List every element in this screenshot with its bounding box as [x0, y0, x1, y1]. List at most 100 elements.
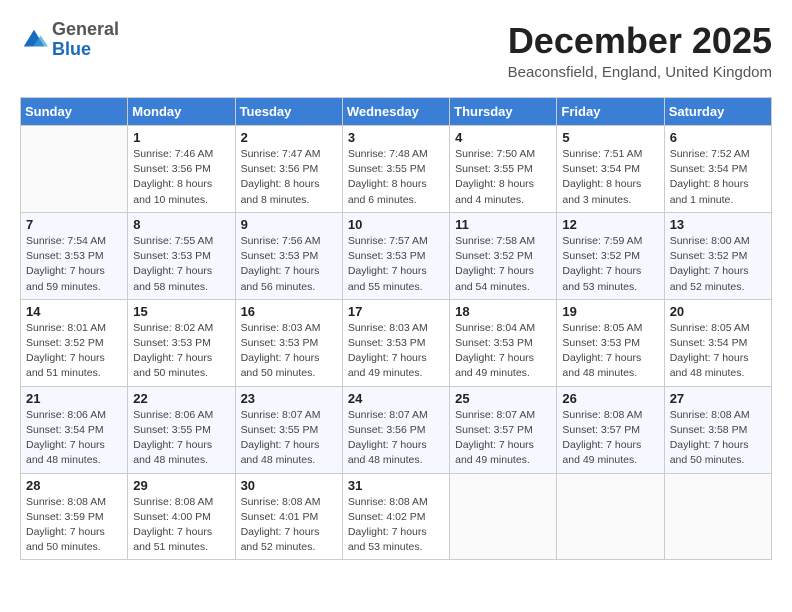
day-number: 1 — [133, 130, 229, 145]
day-number: 27 — [670, 391, 766, 406]
day-number: 5 — [562, 130, 658, 145]
day-info: Sunrise: 8:08 AM Sunset: 3:59 PM Dayligh… — [26, 495, 122, 556]
day-info: Sunrise: 7:54 AM Sunset: 3:53 PM Dayligh… — [26, 234, 122, 295]
day-info: Sunrise: 8:04 AM Sunset: 3:53 PM Dayligh… — [455, 321, 551, 382]
day-number: 26 — [562, 391, 658, 406]
calendar-cell — [450, 473, 557, 560]
day-info: Sunrise: 8:06 AM Sunset: 3:54 PM Dayligh… — [26, 408, 122, 469]
calendar-cell: 10 Sunrise: 7:57 AM Sunset: 3:53 PM Dayli… — [342, 212, 449, 299]
day-info: Sunrise: 8:05 AM Sunset: 3:53 PM Dayligh… — [562, 321, 658, 382]
calendar-cell: 23Sunrise: 8:07 AM Sunset: 3:55 PM Dayli… — [235, 386, 342, 473]
day-info: Sunrise: 8:07 AM Sunset: 3:55 PM Dayligh… — [241, 408, 337, 469]
day-number: 6 — [670, 130, 766, 145]
day-number: 11 — [455, 217, 551, 232]
calendar-cell: 28Sunrise: 8:08 AM Sunset: 3:59 PM Dayli… — [21, 473, 128, 560]
day-info: Sunrise: 8:08 AM Sunset: 4:01 PM Dayligh… — [241, 495, 337, 556]
location-subtitle: Beaconsfield, England, United Kingdom — [508, 64, 772, 81]
day-number: 19 — [562, 304, 658, 319]
day-info: Sunrise: 8:08 AM Sunset: 3:57 PM Dayligh… — [562, 408, 658, 469]
day-info: Sunrise: 8:06 AM Sunset: 3:55 PM Dayligh… — [133, 408, 229, 469]
calendar-cell: 26 Sunrise: 8:08 AM Sunset: 3:57 PM Dayli… — [557, 386, 664, 473]
calendar-header-row: SundayMondayTuesdayWednesdayThursdayFrid… — [21, 98, 772, 126]
day-number: 20 — [670, 304, 766, 319]
day-number: 7 — [26, 217, 122, 232]
logo-general: General — [52, 19, 119, 39]
day-number: 25 — [455, 391, 551, 406]
calendar-cell: 15Sunrise: 8:02 AM Sunset: 3:53 PM Dayli… — [128, 299, 235, 386]
day-info: Sunrise: 8:03 AM Sunset: 3:53 PM Dayligh… — [348, 321, 444, 382]
day-number: 2 — [241, 130, 337, 145]
calendar-cell: 29 Sunrise: 8:08 AM Sunset: 4:00 PM Dayli… — [128, 473, 235, 560]
day-info: Sunrise: 8:07 AM Sunset: 3:56 PM Dayligh… — [348, 408, 444, 469]
calendar-cell: 6 Sunrise: 7:52 AM Sunset: 3:54 PM Daylig… — [664, 126, 771, 213]
calendar-cell: 21Sunrise: 8:06 AM Sunset: 3:54 PM Dayli… — [21, 386, 128, 473]
calendar-week-row: 14Sunrise: 8:01 AM Sunset: 3:52 PM Dayli… — [21, 299, 772, 386]
calendar-header-sunday: Sunday — [21, 98, 128, 126]
day-info: Sunrise: 8:08 AM Sunset: 3:58 PM Dayligh… — [670, 408, 766, 469]
calendar-cell: 2 Sunrise: 7:47 AM Sunset: 3:56 PM Daylig… — [235, 126, 342, 213]
day-number: 29 — [133, 478, 229, 493]
day-number: 16 — [241, 304, 337, 319]
calendar-cell: 8 Sunrise: 7:55 AM Sunset: 3:53 PM Daylig… — [128, 212, 235, 299]
calendar-table: SundayMondayTuesdayWednesdayThursdayFrid… — [20, 97, 772, 560]
day-number: 22 — [133, 391, 229, 406]
calendar-header-saturday: Saturday — [664, 98, 771, 126]
calendar-cell: 25 Sunrise: 8:07 AM Sunset: 3:57 PM Dayli… — [450, 386, 557, 473]
day-info: Sunrise: 8:08 AM Sunset: 4:00 PM Dayligh… — [133, 495, 229, 556]
calendar-cell: 18 Sunrise: 8:04 AM Sunset: 3:53 PM Dayli… — [450, 299, 557, 386]
calendar-cell: 20Sunrise: 8:05 AM Sunset: 3:54 PM Dayli… — [664, 299, 771, 386]
calendar-week-row: 28Sunrise: 8:08 AM Sunset: 3:59 PM Dayli… — [21, 473, 772, 560]
day-info: Sunrise: 8:03 AM Sunset: 3:53 PM Dayligh… — [241, 321, 337, 382]
calendar-cell — [21, 126, 128, 213]
month-title: December 2025 — [508, 20, 772, 62]
logo: General Blue — [20, 20, 119, 60]
calendar-cell — [664, 473, 771, 560]
calendar-cell: 7 Sunrise: 7:54 AM Sunset: 3:53 PM Daylig… — [21, 212, 128, 299]
calendar-cell: 14Sunrise: 8:01 AM Sunset: 3:52 PM Dayli… — [21, 299, 128, 386]
day-info: Sunrise: 7:46 AM Sunset: 3:56 PM Dayligh… — [133, 147, 229, 208]
calendar-week-row: 21Sunrise: 8:06 AM Sunset: 3:54 PM Dayli… — [21, 386, 772, 473]
calendar-header-friday: Friday — [557, 98, 664, 126]
day-number: 3 — [348, 130, 444, 145]
calendar-cell: 13Sunrise: 8:00 AM Sunset: 3:52 PM Dayli… — [664, 212, 771, 299]
day-number: 18 — [455, 304, 551, 319]
calendar-week-row: 7 Sunrise: 7:54 AM Sunset: 3:53 PM Daylig… — [21, 212, 772, 299]
calendar-cell: 11 Sunrise: 7:58 AM Sunset: 3:52 PM Dayli… — [450, 212, 557, 299]
day-info: Sunrise: 7:58 AM Sunset: 3:52 PM Dayligh… — [455, 234, 551, 295]
calendar-cell: 3 Sunrise: 7:48 AM Sunset: 3:55 PM Daylig… — [342, 126, 449, 213]
day-info: Sunrise: 8:02 AM Sunset: 3:53 PM Dayligh… — [133, 321, 229, 382]
calendar-header-wednesday: Wednesday — [342, 98, 449, 126]
title-block: December 2025 Beaconsfield, England, Uni… — [508, 20, 772, 81]
logo-blue: Blue — [52, 39, 91, 59]
day-info: Sunrise: 7:48 AM Sunset: 3:55 PM Dayligh… — [348, 147, 444, 208]
day-info: Sunrise: 7:51 AM Sunset: 3:54 PM Dayligh… — [562, 147, 658, 208]
logo-icon — [20, 26, 48, 54]
day-info: Sunrise: 7:59 AM Sunset: 3:52 PM Dayligh… — [562, 234, 658, 295]
day-info: Sunrise: 7:57 AM Sunset: 3:53 PM Dayligh… — [348, 234, 444, 295]
page-header: General Blue December 2025 Beaconsfield,… — [20, 20, 772, 81]
calendar-cell: 16 Sunrise: 8:03 AM Sunset: 3:53 PM Dayli… — [235, 299, 342, 386]
calendar-cell: 9Sunrise: 7:56 AM Sunset: 3:53 PM Daylig… — [235, 212, 342, 299]
day-number: 8 — [133, 217, 229, 232]
day-number: 4 — [455, 130, 551, 145]
day-info: Sunrise: 7:47 AM Sunset: 3:56 PM Dayligh… — [241, 147, 337, 208]
day-info: Sunrise: 8:01 AM Sunset: 3:52 PM Dayligh… — [26, 321, 122, 382]
calendar-cell: 22 Sunrise: 8:06 AM Sunset: 3:55 PM Dayli… — [128, 386, 235, 473]
day-number: 13 — [670, 217, 766, 232]
day-number: 9 — [241, 217, 337, 232]
day-number: 12 — [562, 217, 658, 232]
day-number: 10 — [348, 217, 444, 232]
day-number: 30 — [241, 478, 337, 493]
day-info: Sunrise: 7:52 AM Sunset: 3:54 PM Dayligh… — [670, 147, 766, 208]
calendar-cell: 31Sunrise: 8:08 AM Sunset: 4:02 PM Dayli… — [342, 473, 449, 560]
day-info: Sunrise: 8:08 AM Sunset: 4:02 PM Dayligh… — [348, 495, 444, 556]
day-info: Sunrise: 7:50 AM Sunset: 3:55 PM Dayligh… — [455, 147, 551, 208]
calendar-cell: 12 Sunrise: 7:59 AM Sunset: 3:52 PM Dayli… — [557, 212, 664, 299]
calendar-cell: 5 Sunrise: 7:51 AM Sunset: 3:54 PM Daylig… — [557, 126, 664, 213]
day-info: Sunrise: 8:07 AM Sunset: 3:57 PM Dayligh… — [455, 408, 551, 469]
day-info: Sunrise: 7:55 AM Sunset: 3:53 PM Dayligh… — [133, 234, 229, 295]
calendar-cell: 24Sunrise: 8:07 AM Sunset: 3:56 PM Dayli… — [342, 386, 449, 473]
calendar-header-tuesday: Tuesday — [235, 98, 342, 126]
calendar-header-thursday: Thursday — [450, 98, 557, 126]
calendar-cell: 27 Sunrise: 8:08 AM Sunset: 3:58 PM Dayli… — [664, 386, 771, 473]
